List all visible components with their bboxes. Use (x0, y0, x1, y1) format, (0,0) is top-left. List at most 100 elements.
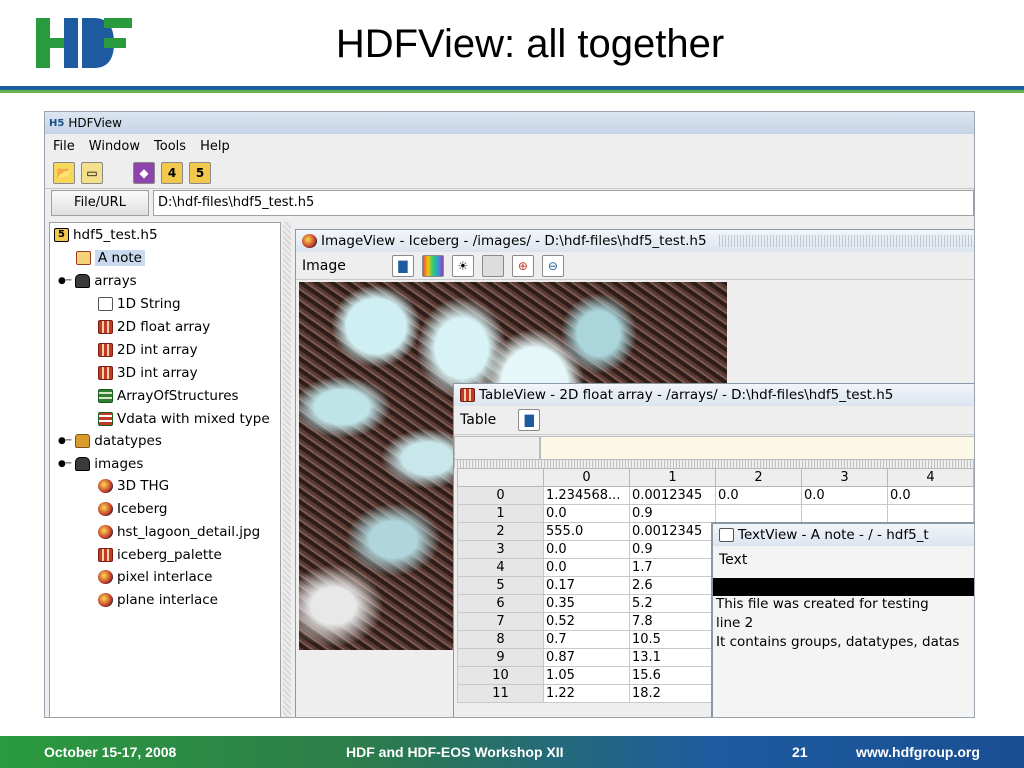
row-header[interactable]: 8 (457, 630, 544, 649)
tree-item-images[interactable]: ●─ images (58, 454, 143, 474)
tree-item-3d-int-array[interactable]: 3D int array (98, 363, 198, 383)
text-line[interactable]: This file was created for testing (713, 596, 974, 615)
tree-item-hst-lagoon[interactable]: hst_lagoon_detail.jpg (98, 522, 260, 542)
chart-icon[interactable]: ▇ (518, 409, 541, 431)
row-header[interactable]: 6 (457, 594, 544, 613)
menu-image[interactable]: Image (302, 258, 346, 274)
tree-item-2d-float-array[interactable]: 2D float array (98, 317, 210, 337)
open-file-icon[interactable]: 📂 (53, 162, 75, 184)
new-file-icon[interactable]: ▭ (81, 162, 103, 184)
menu-text[interactable]: Text (719, 552, 747, 568)
tree-item-iceberg-palette[interactable]: iceberg_palette (98, 545, 222, 565)
table-cell[interactable]: 5.2 (629, 594, 716, 613)
file-url-button[interactable]: File/URL (51, 189, 149, 216)
file-url-field[interactable]: D:\hdf-files\hdf5_test.h5 (153, 189, 974, 216)
table-cell[interactable]: 1.22 (543, 684, 630, 703)
table-cell[interactable]: 0.17 (543, 576, 630, 595)
tableview-titlebar[interactable]: TableView - 2D float array - /arrays/ - … (454, 384, 974, 406)
row-header[interactable]: 1 (457, 504, 544, 523)
table-cell[interactable]: 0.0 (801, 486, 888, 505)
table-cell[interactable]: 0.9 (629, 540, 716, 559)
tree-root[interactable]: 5 hdf5_test.h5 (54, 225, 158, 245)
collapse-toggle-icon[interactable]: ●─ (58, 436, 71, 446)
tree-item-arrayofstructures[interactable]: ArrayOfStructures (98, 386, 239, 406)
row-header[interactable]: 9 (457, 648, 544, 667)
table-cell[interactable]: 0.9 (629, 504, 716, 523)
tree-item-pixel-interlace[interactable]: pixel interlace (98, 567, 212, 587)
expand-toggle-icon[interactable]: ●─ (58, 276, 71, 286)
table-cell[interactable]: 0.0 (887, 486, 974, 505)
menu-tools[interactable]: Tools (154, 139, 186, 154)
table-cell[interactable]: 0.0 (543, 558, 630, 577)
column-header[interactable]: 4 (887, 468, 974, 487)
textview-titlebar[interactable]: TextView - A note - / - hdf5_t (713, 524, 974, 546)
text-line[interactable]: It contains groups, datatypes, datas (713, 634, 974, 653)
table-cell[interactable]: 0.35 (543, 594, 630, 613)
tree-item-arrays[interactable]: ●─ arrays (58, 271, 137, 291)
table-cell[interactable] (715, 504, 802, 523)
menu-help[interactable]: Help (200, 139, 230, 154)
table-cell[interactable]: 2.6 (629, 576, 716, 595)
grid-icon (98, 343, 113, 357)
hdf4-icon[interactable]: 4 (161, 162, 183, 184)
palette-icon[interactable] (421, 254, 444, 277)
tree-item-2d-int-array[interactable]: 2D int array (98, 340, 198, 360)
panel-splitter[interactable] (283, 222, 291, 717)
table-cell[interactable]: 0.0 (715, 486, 802, 505)
menu-window[interactable]: Window (89, 139, 140, 154)
expand-toggle-icon[interactable]: ●─ (58, 459, 71, 469)
table-cell[interactable]: 18.2 (629, 684, 716, 703)
column-header[interactable]: 0 (543, 468, 630, 487)
tree-item-a-note[interactable]: A note (76, 248, 145, 268)
brightness-icon[interactable]: ☀ (451, 254, 474, 277)
row-header[interactable]: 11 (457, 684, 544, 703)
table-cell[interactable]: 1.234568... (543, 486, 630, 505)
table-cell[interactable]: 0.7 (543, 630, 630, 649)
tree-item-3d-thg[interactable]: 3D THG (98, 476, 169, 496)
row-header[interactable]: 0 (457, 486, 544, 505)
text-line[interactable]: line 2 (713, 615, 974, 634)
row-header[interactable]: 10 (457, 666, 544, 685)
table-cell[interactable] (801, 504, 888, 523)
column-header[interactable]: 3 (801, 468, 888, 487)
zoom-in-icon[interactable]: ⊕ (511, 254, 534, 277)
hdf5-icon[interactable]: 5 (189, 162, 211, 184)
tree-item-datatypes[interactable]: ●─ datatypes (58, 431, 162, 451)
table-cell[interactable]: 1.05 (543, 666, 630, 685)
table-cell[interactable]: 0.0 (543, 504, 630, 523)
row-header[interactable]: 3 (457, 540, 544, 559)
menu-file[interactable]: File (53, 139, 75, 154)
table-cell[interactable]: 1.7 (629, 558, 716, 577)
table-cell[interactable]: 7.8 (629, 612, 716, 631)
table-cell[interactable]: 0.87 (543, 648, 630, 667)
table-cell[interactable]: 13.1 (629, 648, 716, 667)
zoom-out-icon[interactable]: ⊖ (541, 254, 564, 277)
tree-item-vdata[interactable]: Vdata with mixed type (98, 409, 270, 429)
table-cell[interactable] (887, 504, 974, 523)
table-cell[interactable]: 0.0012345 (629, 486, 716, 505)
table-cell[interactable]: 10.5 (629, 630, 716, 649)
row-header[interactable]: 7 (457, 612, 544, 631)
row-header[interactable]: 4 (457, 558, 544, 577)
table-cell[interactable]: 15.6 (629, 666, 716, 685)
menu-table[interactable]: Table (460, 412, 496, 428)
contour-icon[interactable] (481, 254, 504, 277)
slide-footer: October 15-17, 2008 HDF and HDF-EOS Work… (0, 736, 1024, 768)
cell-value-field[interactable] (540, 435, 974, 460)
histogram-icon[interactable]: ▇ (391, 254, 414, 277)
row-header[interactable]: 2 (457, 522, 544, 541)
column-header[interactable]: 1 (629, 468, 716, 487)
tree-label: ArrayOfStructures (117, 388, 239, 404)
help-book-icon[interactable]: ◆ (133, 162, 155, 184)
table-cell[interactable]: 0.0012345 (629, 522, 716, 541)
tree-item-plane-interlace[interactable]: plane interlace (98, 590, 218, 610)
row-header[interactable]: 5 (457, 576, 544, 595)
tree-item-1d-string[interactable]: 1D String (98, 294, 181, 314)
tree-item-iceberg[interactable]: Iceberg (98, 499, 167, 519)
imageview-titlebar[interactable]: ImageView - Iceberg - /images/ - D:\hdf-… (296, 230, 974, 252)
column-header[interactable]: 2 (715, 468, 802, 487)
tree-label: hst_lagoon_detail.jpg (117, 524, 261, 540)
table-cell[interactable]: 0.52 (543, 612, 630, 631)
table-cell[interactable]: 555.0 (543, 522, 630, 541)
table-cell[interactable]: 0.0 (543, 540, 630, 559)
